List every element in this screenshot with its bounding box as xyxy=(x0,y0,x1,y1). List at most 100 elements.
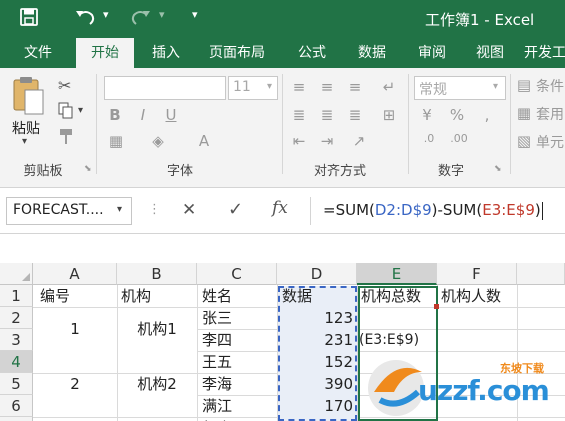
orientation-icon[interactable]: ↗ xyxy=(350,132,368,150)
tab-review[interactable]: 审阅 xyxy=(404,38,460,68)
cell-group-id[interactable]: 1 xyxy=(33,318,117,340)
header-cell-org-total[interactable]: 机构总数 xyxy=(361,285,437,307)
conditional-format-icon[interactable]: ▤ xyxy=(516,76,532,94)
cell-value[interactable]: 123 xyxy=(278,307,353,329)
row-header-7[interactable]: 7 xyxy=(0,417,33,421)
clipboard-launcher-icon[interactable]: ⬊ xyxy=(84,164,92,174)
customize-qat-icon[interactable]: ▾ xyxy=(192,8,198,21)
increase-decimal-icon[interactable]: .0 xyxy=(418,132,440,145)
cell-name[interactable]: 张三 xyxy=(202,307,232,329)
increase-indent-icon[interactable]: ⇥ xyxy=(318,132,336,150)
merge-center-icon[interactable]: ⊞ xyxy=(380,106,398,124)
row-header-4[interactable]: 4 xyxy=(0,351,33,373)
tab-insert[interactable]: 插入 xyxy=(140,38,192,68)
row-header-3[interactable]: 3 xyxy=(0,329,33,351)
borders-icon[interactable]: ▦ xyxy=(108,132,124,150)
cell-value[interactable]: 390 xyxy=(278,373,353,395)
column-header-e[interactable]: E xyxy=(357,263,437,285)
format-painter-icon[interactable] xyxy=(58,128,74,150)
column-header-d[interactable]: D xyxy=(277,263,357,285)
conditional-format-label[interactable]: 条件 xyxy=(536,76,564,96)
formula-bar-grip-icon[interactable]: ⋮ xyxy=(148,202,161,217)
cut-icon[interactable]: ✂ xyxy=(58,76,71,95)
cell-name[interactable]: 李四 xyxy=(202,329,232,351)
row-header-2[interactable]: 2 xyxy=(0,307,33,329)
tab-formulas[interactable]: 公式 xyxy=(286,38,338,68)
cell-group-org[interactable]: 机构2 xyxy=(117,373,197,395)
decrease-indent-icon[interactable]: ⇤ xyxy=(290,132,308,150)
italic-button[interactable]: I xyxy=(136,106,150,124)
tab-page-layout[interactable]: 页面布局 xyxy=(196,38,278,68)
undo-icon[interactable] xyxy=(74,7,98,29)
cell-name[interactable]: 李海 xyxy=(202,373,232,395)
row-header-1[interactable]: 1 xyxy=(0,285,33,307)
wrap-text-icon[interactable]: ↵ xyxy=(380,78,398,96)
formula-input[interactable]: =SUM(D2:D$9)-SUM(E3:E$9) xyxy=(310,197,565,225)
comma-style-icon[interactable]: , xyxy=(478,106,496,124)
bold-button[interactable]: B xyxy=(108,106,122,124)
decrease-decimal-icon[interactable]: .00 xyxy=(448,132,470,145)
column-header-a[interactable]: A xyxy=(33,263,117,285)
copy-icon[interactable] xyxy=(58,102,74,124)
tab-data[interactable]: 数据 xyxy=(344,38,400,68)
cell-styles-icon[interactable]: ▧ xyxy=(516,132,532,150)
header-cell-org-count[interactable]: 机构人数 xyxy=(441,285,501,307)
align-right-icon[interactable]: ≣ xyxy=(346,106,364,124)
redo-icon[interactable] xyxy=(130,7,154,29)
paste-button-label[interactable]: 粘贴 xyxy=(12,118,40,138)
header-cell-id[interactable]: 编号 xyxy=(40,285,70,307)
cell-group-org[interactable]: 机构1 xyxy=(117,318,197,340)
percent-icon[interactable]: % xyxy=(448,106,466,124)
enter-icon[interactable]: ✓ xyxy=(228,199,243,220)
cell-value[interactable]: 165 xyxy=(278,417,353,421)
copy-dropdown-icon[interactable]: ▾ xyxy=(78,105,83,116)
font-size-box[interactable]: 11 ▾ xyxy=(228,76,278,100)
font-name-box[interactable] xyxy=(104,76,226,100)
active-cell-edit-text[interactable]: (E3:E$9) xyxy=(359,329,419,351)
fill-color-icon[interactable]: ◈ xyxy=(150,132,166,150)
align-bottom-icon[interactable]: ≡ xyxy=(346,78,364,96)
save-icon[interactable] xyxy=(20,8,40,28)
currency-icon[interactable]: ¥ xyxy=(418,106,436,124)
cell-name[interactable]: 满江 xyxy=(202,395,232,417)
cell-group-id[interactable]: 2 xyxy=(33,373,117,395)
row-header-5[interactable]: 5 xyxy=(0,373,33,395)
font-size-dropdown-icon[interactable]: ▾ xyxy=(267,81,272,92)
number-format-dropdown-icon[interactable]: ▾ xyxy=(493,81,498,92)
cell-value[interactable]: 152 xyxy=(278,351,353,373)
align-center-icon[interactable]: ≣ xyxy=(318,106,336,124)
header-cell-data[interactable]: 数据 xyxy=(282,285,312,307)
tab-file[interactable]: 文件 xyxy=(8,38,68,68)
number-launcher-icon[interactable]: ⬊ xyxy=(494,164,502,174)
cancel-icon[interactable]: ✕ xyxy=(182,200,196,220)
column-header-b[interactable]: B xyxy=(117,263,197,285)
name-box[interactable]: FORECAST.... ▾ xyxy=(6,197,132,225)
tab-developer[interactable]: 开发工 xyxy=(524,38,565,68)
align-top-icon[interactable]: ≡ xyxy=(290,78,308,96)
font-color-icon[interactable]: A xyxy=(196,132,212,150)
undo-dropdown-icon[interactable]: ▾ xyxy=(103,8,109,21)
name-box-dropdown-icon[interactable]: ▾ xyxy=(117,204,122,215)
row-header-6[interactable]: 6 xyxy=(0,395,33,417)
column-header-g[interactable] xyxy=(517,263,565,285)
cell-name[interactable]: 王五 xyxy=(202,351,232,373)
header-cell-name[interactable]: 姓名 xyxy=(202,285,232,307)
align-middle-icon[interactable]: ≡ xyxy=(318,78,336,96)
column-header-c[interactable]: C xyxy=(197,263,277,285)
align-left-icon[interactable]: ≣ xyxy=(290,106,308,124)
cell-name[interactable]: 赵山 xyxy=(202,417,232,421)
cell-styles-label[interactable]: 单元 xyxy=(536,132,564,152)
number-format-box[interactable]: 常规 ▾ xyxy=(414,76,506,100)
underline-button[interactable]: U xyxy=(164,106,178,124)
tab-view[interactable]: 视图 xyxy=(462,38,518,68)
format-as-table-label[interactable]: 套用 xyxy=(536,104,564,124)
insert-function-icon[interactable]: fx xyxy=(272,198,288,218)
redo-dropdown-icon[interactable]: ▾ xyxy=(159,8,165,21)
tab-home[interactable]: 开始 xyxy=(76,38,134,68)
header-cell-org[interactable]: 机构 xyxy=(121,285,151,307)
paste-icon[interactable] xyxy=(10,74,48,118)
format-as-table-icon[interactable]: ▦ xyxy=(516,104,532,122)
cell-value[interactable]: 170 xyxy=(278,395,353,417)
column-header-f[interactable]: F xyxy=(437,263,517,285)
paste-dropdown-icon[interactable]: ▾ xyxy=(22,136,27,147)
